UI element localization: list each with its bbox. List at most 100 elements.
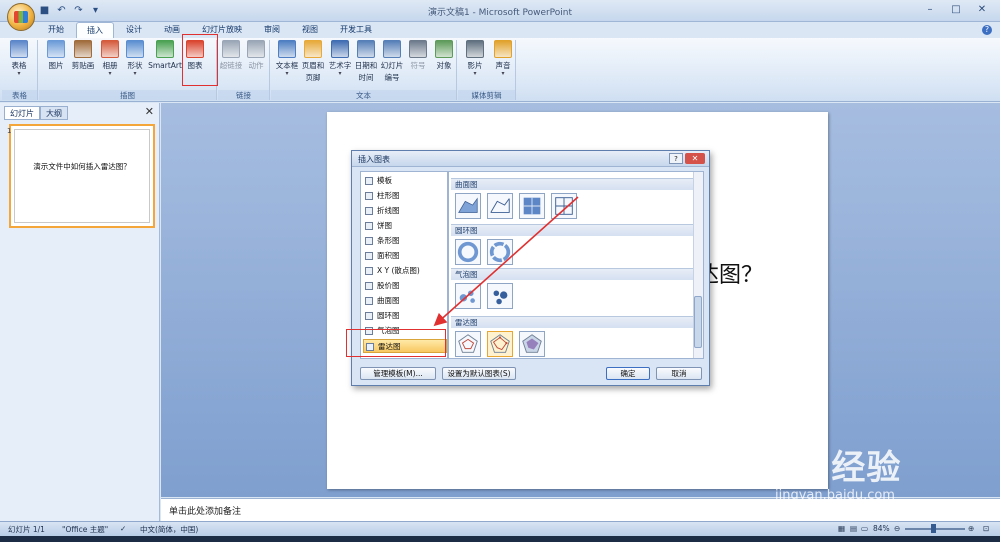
chart-subtype-tile[interactable] — [487, 239, 513, 265]
gallery-scroll-thumb[interactable] — [694, 296, 702, 348]
status-language[interactable]: 中文(简体，中国) — [140, 524, 198, 535]
column-chart-icon — [365, 192, 373, 200]
chart-subtype-icon — [458, 197, 478, 213]
line-chart-icon — [365, 207, 373, 215]
chart-subtype-tile[interactable] — [519, 331, 545, 357]
status-slide: 幻灯片 1/1 — [8, 525, 45, 534]
ribbon-button-object[interactable]: 对象 — [431, 40, 457, 84]
bar-chart-icon — [365, 237, 373, 245]
ribbon-button-slide-number[interactable]: 幻灯片 编号 — [379, 40, 405, 84]
ribbon-button-table[interactable]: 表格 ▾ — [6, 40, 32, 84]
ribbon-button-movie[interactable]: 影片 ▾ — [462, 40, 488, 84]
chart-category-label: 圆环图 — [377, 311, 400, 320]
ribbon-button-album[interactable]: 相册 ▾ — [97, 40, 123, 84]
slide-number-icon — [383, 40, 401, 58]
tab-4[interactable]: 幻灯片放映 — [192, 22, 252, 38]
ribbon-button-datetime[interactable]: 日期和 时间 — [353, 40, 379, 84]
ribbon-button-wordart[interactable]: 艺术字 ▾ — [327, 40, 353, 84]
ribbon-button-chart[interactable]: 图表 — [182, 40, 208, 84]
tab-3[interactable]: 动画 — [154, 22, 190, 38]
ribbon-button-symbol[interactable]: 符号 — [405, 40, 431, 84]
chart-subtype-tile[interactable] — [487, 283, 513, 309]
ribbon-button-smartart[interactable]: SmartArt — [148, 40, 182, 84]
minimize-button[interactable]: – — [918, 2, 942, 18]
spellcheck-icon[interactable]: ✓ — [120, 524, 126, 533]
tab-0[interactable]: 开始 — [38, 22, 74, 38]
chart-subtype-tile[interactable] — [487, 331, 513, 357]
tab-5[interactable]: 审阅 — [254, 22, 290, 38]
zoom-in-icon[interactable]: ⊕ — [968, 524, 974, 533]
ribbon-button-sound[interactable]: 声音 ▾ — [490, 40, 516, 84]
view-normal-icon[interactable]: ▦ — [838, 524, 845, 533]
chart-subtype-tile[interactable] — [551, 193, 577, 219]
chart-category-item[interactable]: 折线图 — [363, 204, 447, 218]
ribbon-button-picture[interactable]: 图片 — [43, 40, 69, 84]
chart-category-item[interactable]: 雷达图 — [363, 339, 447, 353]
ribbon-button-label: 形状 — [127, 61, 143, 70]
area-chart-icon — [365, 252, 373, 260]
tab-slides[interactable]: 幻灯片 — [4, 106, 40, 120]
zoom-out-icon[interactable]: ⊖ — [894, 524, 900, 533]
set-default-chart-button[interactable]: 设置为默认图表(S) — [442, 367, 516, 380]
chart-category-item[interactable]: X Y (散点图) — [363, 264, 447, 278]
clipart-icon — [74, 40, 92, 58]
view-sorter-icon[interactable]: ▤ — [850, 524, 857, 533]
zoom-slider-handle[interactable] — [931, 524, 936, 533]
dialog-help-button[interactable]: ? — [669, 153, 683, 164]
chart-category-item[interactable]: 曲面图 — [363, 294, 447, 308]
ok-button[interactable]: 确定 — [606, 367, 650, 380]
tab-2[interactable]: 设计 — [116, 22, 152, 38]
manage-templates-button[interactable]: 管理模板(M)... — [360, 367, 436, 380]
chart-category-item[interactable]: 股价图 — [363, 279, 447, 293]
slides-panel: 幻灯片 大纲 ✕ 演示文件中如何插入雷达图？ 1 — [0, 103, 160, 521]
panel-close-icon[interactable]: ✕ — [145, 105, 154, 118]
ribbon-button-clipart[interactable]: 剪贴画 — [70, 40, 96, 84]
notes-pane[interactable]: 单击此处添加备注 — [161, 498, 1000, 521]
tab-outline[interactable]: 大纲 — [40, 106, 68, 120]
view-slideshow-icon[interactable]: ▭ — [861, 524, 868, 533]
header-footer-icon — [304, 40, 322, 58]
ribbon-button-sub: ▾ — [108, 70, 112, 77]
chart-subtype-tile[interactable] — [455, 239, 481, 265]
chart-category-item[interactable]: 圆环图 — [363, 309, 447, 323]
fit-window-icon[interactable]: ⊡ — [983, 524, 989, 533]
ribbon-button-sub: 页脚 — [305, 73, 321, 82]
chart-subtype-tile[interactable] — [455, 283, 481, 309]
slide-number-label: 1 — [7, 127, 12, 135]
zoom-level[interactable]: 84% — [873, 524, 890, 533]
tab-6[interactable]: 视图 — [292, 22, 328, 38]
chart-subtype-tile[interactable] — [455, 193, 481, 219]
chart-category-item[interactable]: 模板 — [363, 174, 447, 188]
chart-category-item[interactable]: 饼图 — [363, 219, 447, 233]
ribbon-button-textbox[interactable]: 文本框 ▾ — [274, 40, 300, 84]
chart-category-item[interactable]: 条形图 — [363, 234, 447, 248]
ribbon-button-hyperlink[interactable]: 超链接 — [218, 40, 244, 84]
tab-7[interactable]: 开发工具 — [330, 22, 382, 38]
picture-icon — [47, 40, 65, 58]
chart-subtype-tile[interactable] — [487, 193, 513, 219]
wordart-icon — [331, 40, 349, 58]
close-button[interactable]: ✕ — [970, 2, 994, 18]
maximize-button[interactable]: □ — [944, 2, 968, 18]
office-button[interactable] — [7, 3, 35, 31]
shapes-icon — [126, 40, 144, 58]
chart-category-item[interactable]: 气泡图 — [363, 324, 447, 338]
chart-category-item[interactable]: 柱形图 — [363, 189, 447, 203]
window-controls: – □ ✕ — [918, 2, 994, 18]
dialog-title-bar: 插入图表 ? ✕ — [352, 151, 709, 167]
bubble-chart-icon — [365, 327, 373, 335]
chart-category-label: 曲面图 — [377, 296, 400, 305]
ribbon-button-action[interactable]: 动作 — [243, 40, 269, 84]
slide-thumbnail[interactable]: 演示文件中如何插入雷达图？ — [9, 124, 155, 228]
scatter-chart-icon — [365, 267, 373, 275]
chart-subtype-icon — [490, 334, 510, 353]
cancel-button[interactable]: 取消 — [656, 367, 702, 380]
dialog-close-button[interactable]: ✕ — [685, 153, 705, 164]
chart-category-item[interactable]: 面积图 — [363, 249, 447, 263]
tab-1[interactable]: 插入 — [76, 22, 114, 38]
ribbon-button-shapes[interactable]: 形状 ▾ — [122, 40, 148, 84]
chart-subtype-tile[interactable] — [455, 331, 481, 357]
help-icon[interactable]: ? — [982, 25, 992, 35]
ribbon-button-header-footer[interactable]: 页眉和 页脚 — [300, 40, 326, 84]
chart-subtype-tile[interactable] — [519, 193, 545, 219]
